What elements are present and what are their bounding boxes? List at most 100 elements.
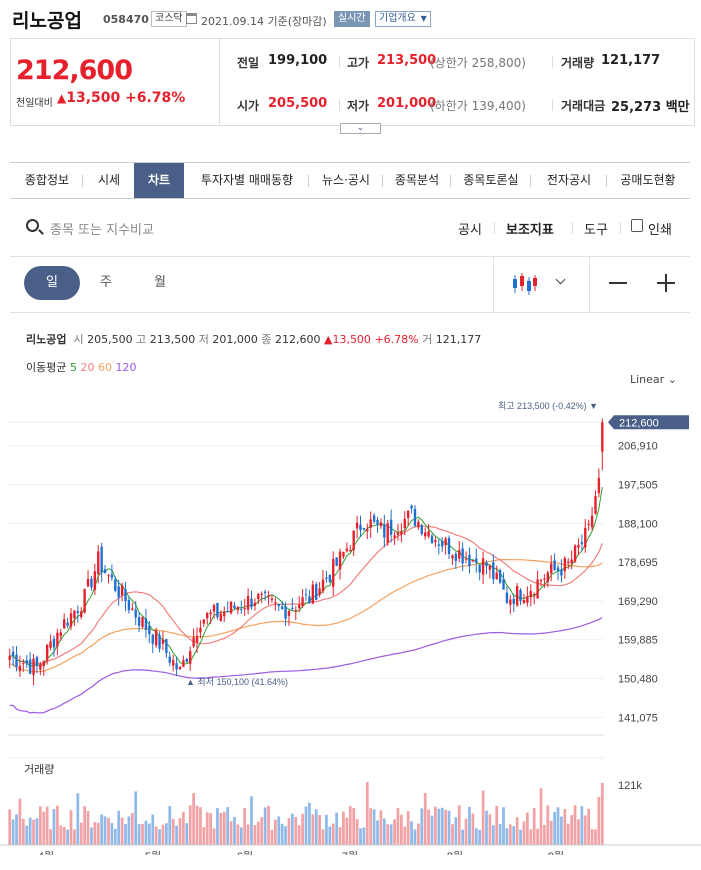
candle-body — [441, 541, 444, 547]
volume-bar — [229, 821, 233, 845]
volume-bar — [505, 828, 509, 845]
volume-bar — [399, 814, 403, 845]
period-monthly[interactable]: 월 — [132, 266, 188, 300]
indicators-button[interactable]: 보조지표 — [506, 219, 554, 238]
volume-bar — [79, 822, 83, 845]
candle-body — [260, 593, 263, 595]
volume-bar — [481, 790, 485, 845]
volume-bar — [417, 823, 420, 845]
volume-bar — [124, 823, 127, 845]
change-amount-value: 13,500 — [66, 90, 121, 106]
print-icon[interactable] — [631, 219, 643, 232]
volume-bar — [376, 820, 379, 845]
volume-bar — [556, 807, 560, 845]
period-weekly[interactable]: 주 — [78, 266, 134, 300]
candle-body — [587, 524, 590, 526]
tab-short-selling[interactable]: 공매도현황 — [608, 163, 688, 198]
search-icon[interactable] — [26, 219, 39, 232]
volume-bar — [566, 823, 570, 845]
volume-bar — [73, 829, 76, 845]
collapse-toggle-button[interactable]: ⌄ — [340, 123, 381, 134]
candle-body — [553, 560, 556, 570]
volume-bar — [549, 820, 553, 845]
chevron-down-icon: ⌄ — [667, 373, 677, 386]
tools-button[interactable]: 도구 — [584, 219, 608, 238]
candle-body — [495, 572, 498, 579]
candle-body — [124, 589, 127, 602]
candle-body — [175, 663, 178, 670]
tab-disclosure[interactable]: 전자공시 — [532, 163, 606, 198]
volume-bar — [287, 818, 291, 845]
volume-bar — [93, 822, 97, 845]
candle-body — [270, 598, 274, 600]
volume-bar — [495, 805, 499, 845]
scale-selector[interactable]: Linear ⌄ — [630, 373, 677, 386]
tab-analysis[interactable]: 종목분석 — [384, 163, 450, 198]
volume-bar — [594, 829, 597, 845]
candle-body — [417, 521, 420, 528]
disclosure-button[interactable]: 공시 — [458, 219, 482, 238]
chevron-down-icon[interactable] — [555, 274, 566, 285]
volume-bar — [413, 829, 417, 845]
candle-body — [410, 505, 413, 509]
candle-body — [366, 528, 369, 532]
print-button[interactable]: 인쇄 — [648, 219, 672, 238]
candle-body — [389, 519, 393, 535]
company-info-button[interactable]: 기업개요 ▼ — [375, 11, 431, 27]
y-tick-label: 197,505 — [618, 480, 658, 492]
volume-bar — [546, 805, 550, 845]
lower-limit: (하한가 139,400) — [430, 99, 526, 113]
volume-bar — [185, 823, 189, 845]
y-tick-label: 206,910 — [618, 441, 658, 453]
zoom-out-icon[interactable] — [609, 282, 627, 284]
candle-body — [216, 602, 219, 618]
ohlc-high: 213,500 — [149, 333, 196, 346]
candle-body — [93, 571, 97, 591]
volume-bar — [56, 805, 59, 845]
volume-bar — [359, 828, 362, 845]
volume-bar — [590, 829, 594, 845]
volume-bar — [250, 796, 253, 845]
tab-news[interactable]: 뉴스·공시 — [310, 163, 382, 198]
tab-chart[interactable]: 차트 — [134, 163, 184, 198]
volume-bar — [76, 793, 80, 845]
volume-bar — [447, 810, 451, 845]
volume-bar — [580, 806, 584, 845]
candle-type-icon[interactable] — [511, 273, 537, 295]
candle-body — [485, 562, 488, 567]
candle-body — [369, 519, 372, 528]
y-tick-label: 159,885 — [618, 635, 658, 647]
tab-quotes[interactable]: 시세 — [84, 163, 134, 198]
price-chart[interactable]: 206,910 197,505 188,100 178,695 169,290 159,8… — [0, 395, 701, 855]
candle-body — [32, 658, 35, 676]
last-price-label: 212,600 — [619, 417, 659, 429]
tab-overview[interactable]: 종합정보 — [14, 163, 80, 198]
candle-body — [376, 519, 379, 525]
candle-body — [253, 602, 257, 606]
realtime-badge[interactable]: 실시간 — [334, 11, 370, 27]
period-daily[interactable]: 일 — [24, 266, 80, 300]
candle-body — [573, 545, 577, 562]
candle-body — [59, 632, 62, 637]
candle-body — [229, 601, 233, 614]
candle-body — [372, 515, 376, 522]
volume-bar — [379, 810, 383, 845]
volume-bar — [406, 811, 410, 845]
compare-search-input[interactable]: 종목 또는 지수비교 — [50, 219, 154, 238]
candle-body — [56, 632, 59, 647]
candle-body — [219, 613, 223, 621]
volume-bar — [239, 827, 243, 845]
candle-body — [396, 532, 400, 535]
ma-legend: 이동평균 5 20 60 120 — [26, 361, 137, 374]
upper-limit: (상한가 258,800) — [430, 56, 526, 70]
ohlc-change: ▲13,500 — [323, 333, 371, 346]
candle-body — [580, 542, 584, 544]
volume-bar — [188, 805, 192, 845]
candle-body — [107, 575, 110, 577]
tab-investor-trend[interactable]: 투자자별 매매동향 — [186, 163, 308, 198]
candle-body — [447, 538, 451, 554]
tab-discussion[interactable]: 종목토론실 — [452, 163, 530, 198]
volume-bar — [325, 814, 328, 845]
candle-body — [165, 639, 168, 654]
volume-bar — [260, 817, 264, 845]
